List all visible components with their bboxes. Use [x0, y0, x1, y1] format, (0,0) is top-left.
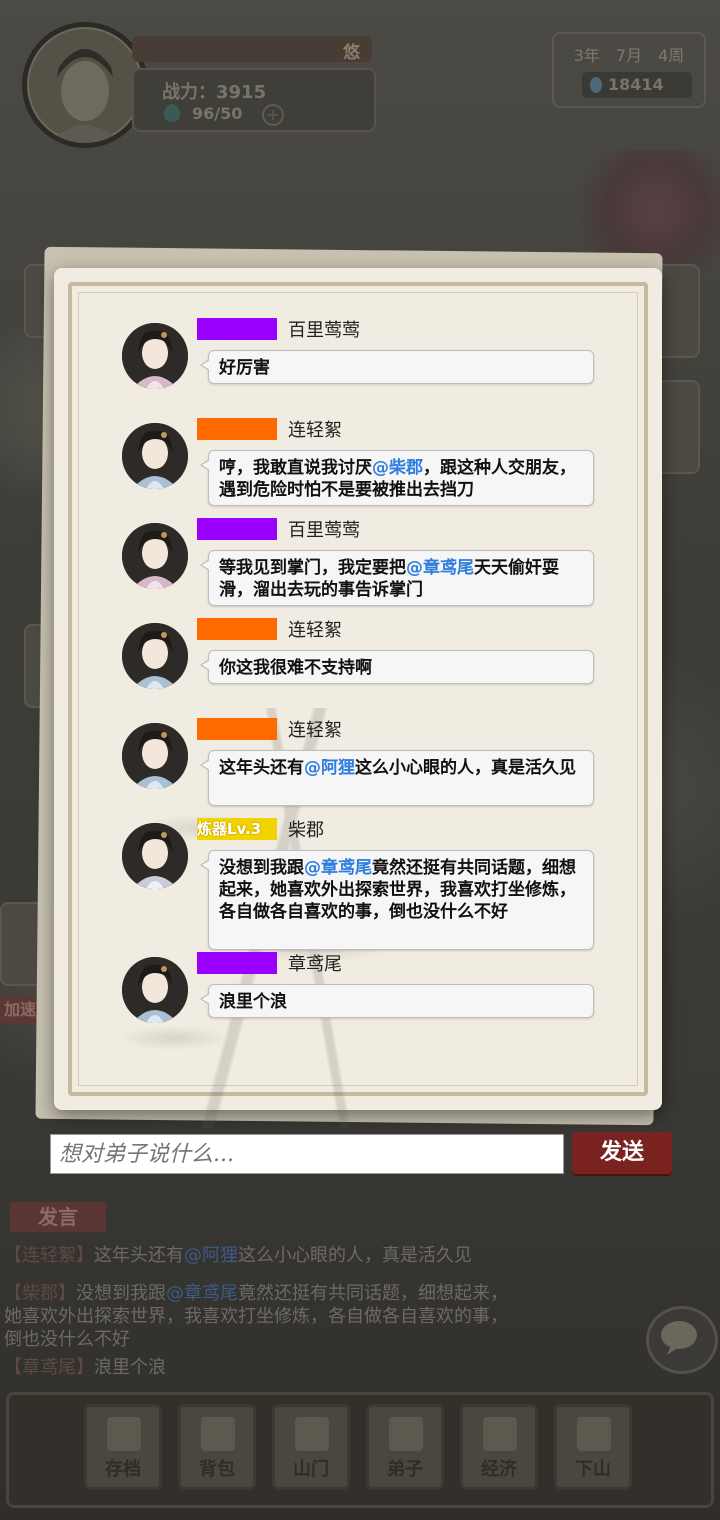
log-sender: 【柴郡】 — [4, 1283, 76, 1304]
disciple-role-tag — [197, 618, 277, 640]
message-text: 浪里个浪 — [219, 992, 287, 1012]
message-text: 没想到我跟 — [76, 1283, 166, 1304]
message-bubble: 等我见到掌门，我定要把@章鸢尾天天偷奸耍滑，溜出去玩的事告诉掌门 — [200, 550, 594, 606]
player-stats-box: 战力：3915 96/50 + — [132, 68, 376, 132]
disciple-role-tag — [197, 952, 277, 974]
mention-link[interactable]: @章鸢尾 — [304, 858, 372, 878]
date-box: 3年 7月 4周 18414 — [552, 32, 706, 108]
chat-dialog: 百里莺莺 好厉害 连轻絮 哼，我敢直说我讨厌@柴郡，跟这种人交朋友，遇到危险时怕不是要… — [54, 268, 662, 1128]
sender-name: 连轻絮 — [288, 420, 342, 441]
nav-label: 经济 — [481, 1459, 517, 1480]
mention-link[interactable]: @章鸢尾 — [166, 1283, 238, 1304]
player-name-bar: 悠 — [132, 36, 372, 63]
send-button[interactable]: 发送 — [572, 1132, 672, 1174]
mention-link[interactable]: @柴郡 — [372, 458, 423, 478]
mountain-icon — [577, 1417, 611, 1451]
disciple-role-tag — [197, 518, 277, 540]
nav-button-coins[interactable]: 经济 — [460, 1404, 538, 1490]
sender-name: 连轻絮 — [288, 720, 342, 741]
background-log-line: 【章鸢尾】浪里个浪 — [4, 1356, 524, 1379]
message-text: 好厉害 — [219, 358, 270, 378]
message-text: 这年头还有 — [219, 758, 304, 778]
disciple-avatar[interactable] — [122, 523, 188, 589]
message-text: 你这我很难不支持啊 — [219, 658, 372, 678]
disciple-icon — [389, 1417, 423, 1451]
coins-icon — [483, 1417, 517, 1451]
nav-button-disciple[interactable]: 弟子 — [366, 1404, 444, 1490]
disciple-avatar[interactable] — [122, 957, 188, 1023]
message-text: 浪里个浪 — [94, 1357, 166, 1378]
log-sender: 【章鸢尾】 — [4, 1357, 94, 1378]
game-date: 3年 7月 4周 — [573, 46, 685, 65]
disciple-role-tag — [197, 718, 277, 740]
nav-label: 存档 — [105, 1459, 141, 1480]
mention-link[interactable]: @章鸢尾 — [406, 558, 474, 578]
stamina-value: 96/50 — [192, 104, 243, 123]
sender-name: 百里莺莺 — [288, 520, 360, 541]
message-text: 哼，我敢直说我讨厌 — [219, 458, 372, 478]
chat-icon — [661, 1321, 697, 1355]
gate-icon — [295, 1417, 329, 1451]
disciple-avatar[interactable] — [122, 723, 188, 789]
stamina-drop-icon — [164, 104, 180, 122]
message-text: 这么小心眼的人，真是活久见 — [355, 758, 576, 778]
nav-label: 山门 — [293, 1459, 329, 1480]
combat-power: 战力：3915 — [162, 82, 267, 103]
disciple-role-tag — [197, 418, 277, 440]
message-text: 这年头还有 — [94, 1245, 184, 1266]
disciple-avatar[interactable] — [122, 323, 188, 389]
nav-label: 下山 — [575, 1459, 611, 1480]
nav-button-mountain[interactable]: 下山 — [554, 1404, 632, 1490]
currency-bar: 18414 — [582, 72, 692, 98]
message-text: 没想到我跟 — [219, 858, 304, 878]
background-log-line: 【连轻絮】这年头还有@阿狸这么小心眼的人，真是活久见 — [4, 1244, 524, 1267]
nav-label: 背包 — [199, 1459, 235, 1480]
disciple-avatar[interactable] — [122, 823, 188, 889]
disciple-avatar[interactable] — [122, 423, 188, 489]
add-stamina-button[interactable]: + — [262, 104, 284, 126]
message-bubble: 你这我很难不支持啊 — [200, 650, 594, 684]
background-log-line: 【柴郡】没想到我跟@章鸢尾竟然还挺有共同话题，细想起来，她喜欢外出探索世界，我喜… — [4, 1282, 524, 1351]
chat-input[interactable] — [50, 1134, 564, 1174]
sender-name: 百里莺莺 — [288, 320, 360, 341]
book-icon — [107, 1417, 141, 1451]
spirit-stone-icon — [590, 77, 602, 93]
player-name: 悠 — [343, 43, 360, 63]
message-bubble: 浪里个浪 — [200, 984, 594, 1018]
nav-button-gate[interactable]: 山门 — [272, 1404, 350, 1490]
sender-name: 连轻絮 — [288, 620, 342, 641]
disciple-role-tag — [197, 318, 277, 340]
message-bubble: 这年头还有@阿狸这么小心眼的人，真是活久见 — [200, 750, 594, 806]
message-bubble: 没想到我跟@章鸢尾竟然还挺有共同话题，细想起来，她喜欢外出探索世界，我喜欢打坐修… — [200, 850, 594, 950]
chat-bubble-button[interactable] — [646, 1306, 718, 1374]
disciple-avatar[interactable] — [122, 623, 188, 689]
sender-name: 章鸢尾 — [288, 954, 342, 975]
spirit-stone-count: 18414 — [608, 75, 664, 94]
message-text: 等我见到掌门，我定要把 — [219, 558, 406, 578]
speak-tab[interactable]: 发言 — [10, 1202, 106, 1232]
message-text: 这么小心眼的人，真是活久见 — [238, 1245, 472, 1266]
nav-button-bag[interactable]: 背包 — [178, 1404, 256, 1490]
message-bubble: 好厉害 — [200, 350, 594, 384]
bag-icon — [201, 1417, 235, 1451]
nav-button-book[interactable]: 存档 — [84, 1404, 162, 1490]
sender-name: 柴郡 — [288, 820, 324, 841]
disciple-role-tag: 炼器Lv.3 — [197, 818, 277, 840]
mention-link[interactable]: @阿狸 — [304, 758, 355, 778]
message-bubble: 哼，我敢直说我讨厌@柴郡，跟这种人交朋友，遇到危险时怕不是要被推出去挡刀 — [200, 450, 594, 506]
nav-label: 弟子 — [387, 1459, 423, 1480]
player-avatar[interactable] — [22, 22, 148, 148]
mention-link[interactable]: @阿狸 — [184, 1245, 238, 1266]
log-sender: 【连轻絮】 — [4, 1245, 94, 1266]
